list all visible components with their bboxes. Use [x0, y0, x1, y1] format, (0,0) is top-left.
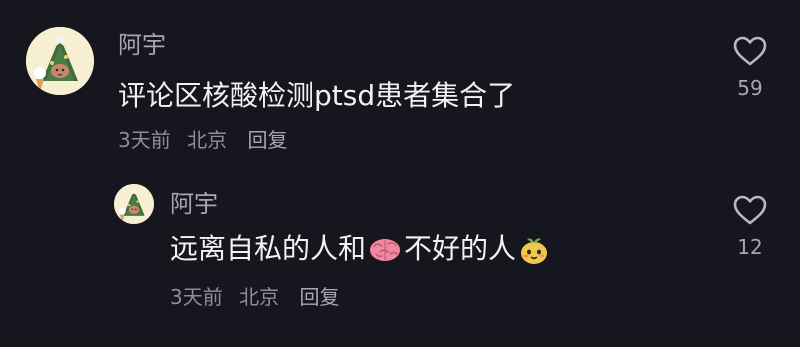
comment-text-part: 不好的人 — [404, 232, 517, 265]
like-button[interactable]: 12 — [725, 195, 775, 259]
comment-location: 北京 — [239, 285, 280, 309]
like-count: 59 — [737, 76, 763, 100]
comment-item: 阿宇 评论区核酸检测ptsd患者集合了 3天前 北京 回复 59 — [0, 0, 800, 170]
username[interactable]: 阿宇 — [118, 31, 166, 59]
comment-time: 3天前 — [170, 285, 223, 309]
comment-text-part: 远离自私的人和 — [170, 232, 367, 265]
cute-fruit-face-emoji-icon — [518, 234, 550, 266]
avatar[interactable] — [114, 184, 154, 224]
comment-time: 3天前 — [118, 128, 171, 152]
heart-outline-icon — [733, 195, 767, 225]
brain-emoji-icon — [368, 236, 402, 264]
avatar-image — [26, 27, 94, 95]
like-count: 12 — [737, 235, 763, 259]
like-button[interactable]: 59 — [725, 36, 775, 100]
reply-comment-item: 阿宇 远离自私的人和 不好的人 3天前 北京 回复 12 — [0, 170, 800, 347]
comment-meta: 3天前 北京 回复 — [118, 128, 287, 152]
comment-meta: 3天前 北京 回复 — [170, 285, 339, 309]
avatar-image — [114, 184, 154, 224]
reply-button[interactable]: 回复 — [299, 285, 339, 309]
username[interactable]: 阿宇 — [170, 190, 218, 218]
heart-outline-icon — [733, 36, 767, 66]
avatar[interactable] — [26, 27, 94, 95]
comment-location: 北京 — [187, 128, 228, 152]
comment-text: 远离自私的人和 不好的人 — [170, 232, 552, 266]
comment-text: 评论区核酸检测ptsd患者集合了 — [118, 79, 516, 112]
reply-button[interactable]: 回复 — [247, 128, 287, 152]
